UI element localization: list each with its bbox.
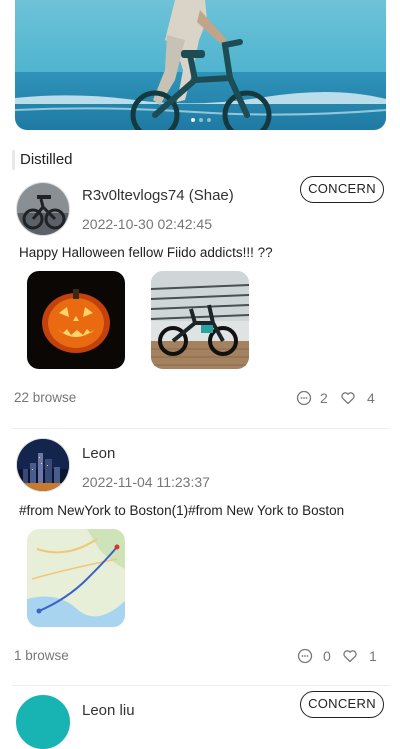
concern-button[interactable]: CONCERN xyxy=(300,691,384,718)
concern-button[interactable]: CONCERN xyxy=(300,176,384,203)
browse-count: 1 browse xyxy=(14,648,69,663)
like-count: 1 xyxy=(369,648,377,664)
browse-count: 22 browse xyxy=(14,390,77,405)
avatar[interactable] xyxy=(16,438,70,492)
banner-carousel[interactable] xyxy=(15,0,386,130)
like-count: 4 xyxy=(367,390,375,406)
comment-count: 0 xyxy=(323,648,331,664)
post-timestamp: 2022-10-30 02:42:45 xyxy=(82,216,212,232)
post-image-bike[interactable] xyxy=(151,271,249,369)
avatar[interactable] xyxy=(16,182,70,236)
post-text: Happy Halloween fellow Fiido addicts!!! … xyxy=(19,245,273,260)
section-title: Distilled xyxy=(12,150,73,170)
post-timestamp: 2022-11-04 11:23:37 xyxy=(82,474,210,490)
post-image-map[interactable] xyxy=(27,529,125,627)
heart-icon[interactable] xyxy=(342,648,358,664)
username[interactable]: R3v0ltevlogs74 (Shae) xyxy=(82,187,234,204)
post-image-pumpkin[interactable] xyxy=(27,271,125,369)
avatar[interactable] xyxy=(16,695,70,749)
username[interactable]: Leon xyxy=(82,445,115,462)
heart-icon[interactable] xyxy=(340,390,356,406)
comment-icon[interactable] xyxy=(297,648,313,664)
banner-image xyxy=(15,0,386,130)
post-text: #from NewYork to Boston(1)#from New York… xyxy=(19,503,345,518)
comment-count: 2 xyxy=(320,390,328,406)
comment-icon[interactable] xyxy=(296,390,312,406)
divider xyxy=(12,685,390,686)
divider xyxy=(12,428,390,429)
